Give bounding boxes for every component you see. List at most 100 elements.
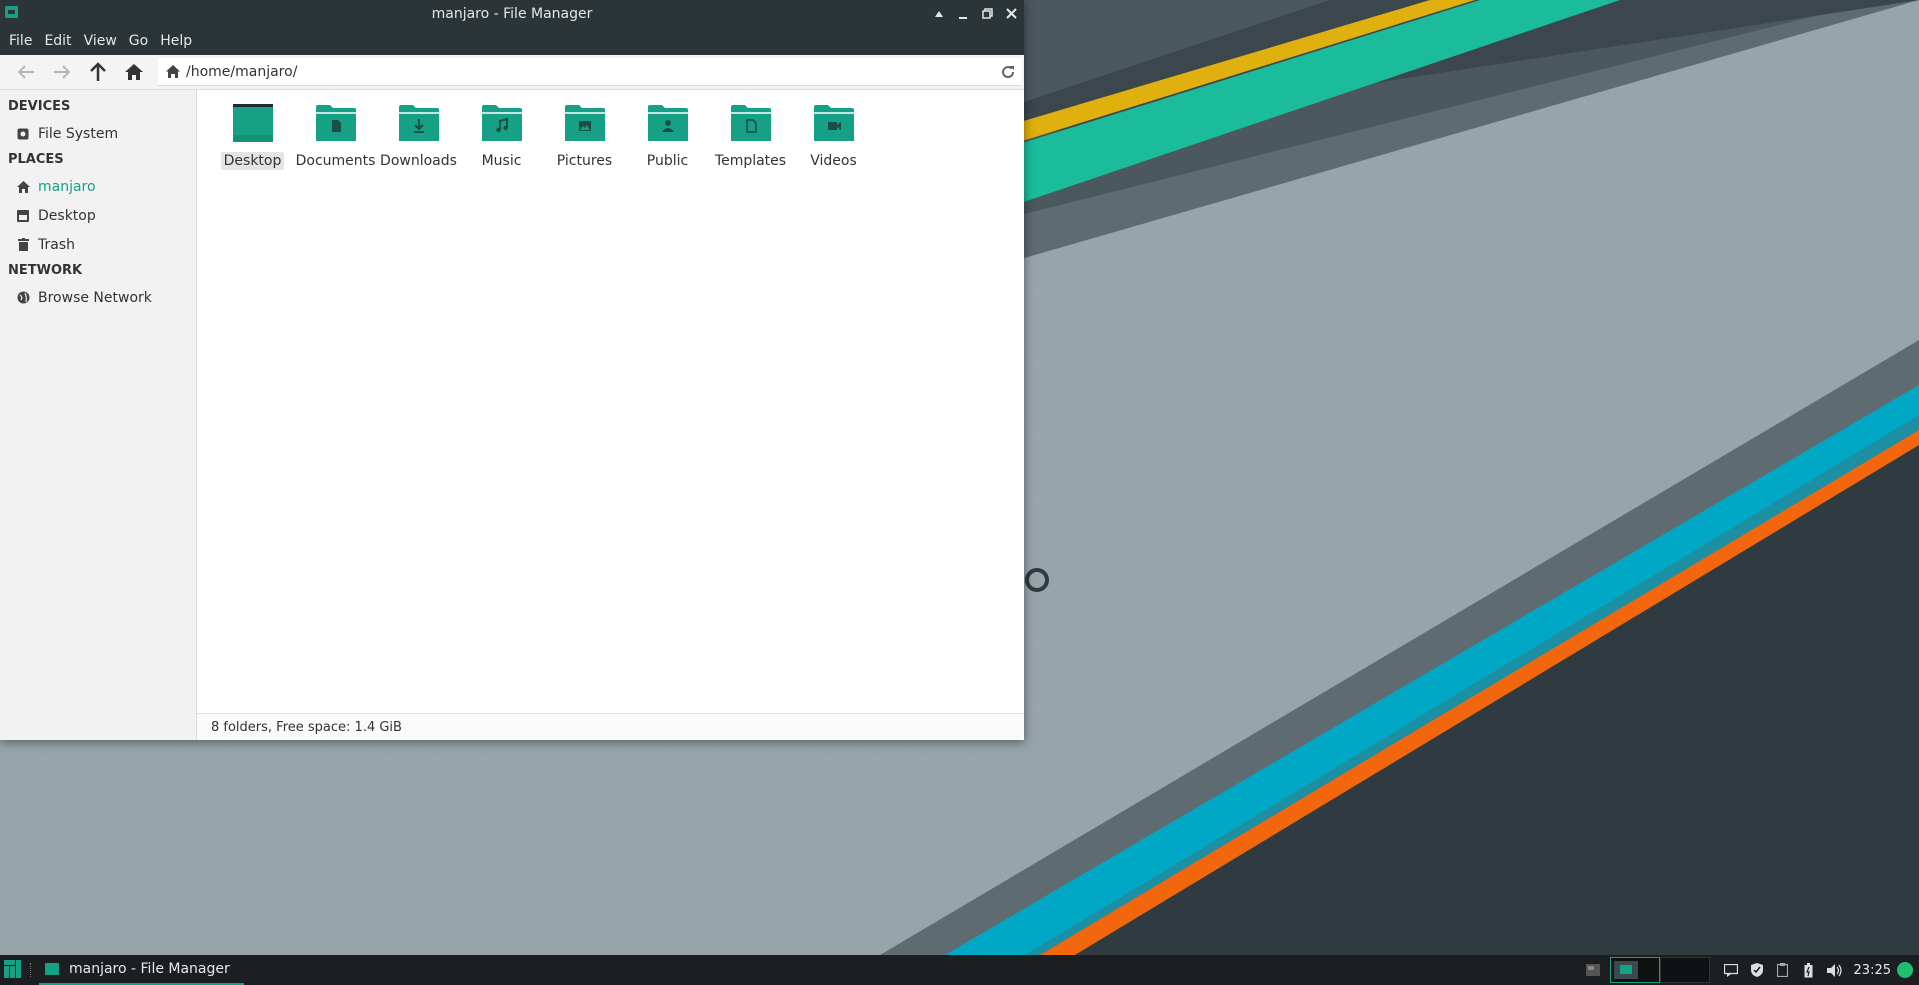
status-text: 8 folders, Free space: 1.4 GiB (211, 719, 402, 735)
system-tray: 23:25 (1578, 955, 1919, 985)
folder-label: Documents (295, 153, 376, 169)
devices-heading: DEVICES (8, 99, 71, 114)
back-button[interactable] (8, 57, 44, 87)
shade-button[interactable] (930, 5, 948, 23)
folder-item[interactable]: Documents (294, 104, 377, 170)
places-heading: PLACES (8, 152, 64, 167)
manjaro-logo-icon (4, 960, 21, 978)
taskbar: manjaro - File Manager 23:25 (0, 955, 1919, 985)
folder-label: Pictures (556, 153, 613, 169)
picture-folder-icon (564, 105, 605, 141)
close-icon (1005, 8, 1017, 19)
sidebar-item-manjaro[interactable]: manjaro (0, 172, 196, 201)
icon-grid: Desktop Documents Downloads Music Pictures Pu… (197, 90, 1024, 170)
folder-view[interactable]: Desktop Documents Downloads Music Pictures Pu… (197, 90, 1024, 740)
folder-label: Videos (810, 153, 857, 169)
minimize-icon (959, 16, 967, 19)
folder-label: Music (481, 153, 522, 169)
menu-help[interactable]: Help (154, 33, 198, 49)
drive-icon (16, 127, 30, 141)
menu-go[interactable]: Go (123, 33, 154, 49)
clipboard-icon[interactable] (1772, 959, 1794, 981)
forward-button[interactable] (44, 57, 80, 87)
sidebar-item-trash[interactable]: Trash (0, 230, 196, 259)
network-heading: NETWORK (8, 263, 83, 278)
minimize-button[interactable] (954, 5, 972, 23)
folder-label: Templates (714, 153, 787, 169)
sidebar-item-label: Browse Network (38, 289, 152, 306)
home-icon (125, 64, 143, 80)
desktop-folder-icon (232, 104, 273, 142)
refresh-icon (1002, 66, 1014, 78)
show-desktop-icon[interactable] (1582, 959, 1604, 981)
taskbar-separator (30, 963, 33, 977)
location-path: /home/manjaro/ (186, 63, 298, 80)
sidebar-item-desktop[interactable]: Desktop (0, 201, 196, 230)
status-bar: 8 folders, Free space: 1.4 GiB (197, 713, 1024, 740)
power-icon[interactable] (1897, 962, 1913, 978)
file-manager-window: manjaro - File Manager File Edit View Go… (0, 0, 1024, 740)
sidebar-item-file-system[interactable]: File System (0, 119, 196, 148)
window-titlebar[interactable]: manjaro - File Manager (0, 0, 1024, 27)
window-title: manjaro - File Manager (431, 5, 593, 22)
toolbar: /home/manjaro/ (0, 55, 1024, 90)
taskbar-window-label: manjaro - File Manager (69, 961, 230, 977)
menu-edit[interactable]: Edit (38, 33, 77, 49)
folder-label: Desktop (220, 152, 285, 170)
maximize-icon (981, 8, 993, 19)
workspace-2[interactable] (1659, 957, 1710, 983)
manjaro-menu-button[interactable] (4, 960, 24, 980)
folder-label: Downloads (380, 153, 457, 169)
workspace-pager (1609, 957, 1710, 983)
maximize-button[interactable] (978, 5, 996, 23)
taskbar-window-button[interactable]: manjaro - File Manager (39, 955, 244, 985)
video-folder-icon (813, 105, 854, 141)
reload-button[interactable] (998, 62, 1018, 82)
folder-item[interactable]: Public (626, 104, 709, 170)
workspace-1[interactable] (1609, 957, 1660, 983)
window-controls (930, 0, 1020, 27)
menu-view[interactable]: View (78, 33, 123, 49)
clock[interactable]: 23:25 (1854, 963, 1891, 978)
window-thumbnail-icon (1613, 961, 1638, 979)
menu-file[interactable]: File (3, 33, 38, 49)
sidebar-item-label: manjaro (38, 178, 96, 195)
folder-item[interactable]: Templates (709, 104, 792, 170)
file-manager-app-icon[interactable] (5, 6, 18, 18)
folder-item[interactable]: Downloads (377, 104, 460, 170)
folder-item[interactable]: Pictures (543, 104, 626, 170)
desktop-icon (16, 209, 30, 223)
document-folder-icon (315, 105, 356, 141)
arrow-left-icon (17, 65, 34, 79)
volume-icon[interactable] (1824, 959, 1846, 981)
menubar: File Edit View Go Help (0, 27, 1024, 55)
close-button[interactable] (1002, 5, 1020, 23)
sidebar-item-browse-network[interactable]: Browse Network (0, 283, 196, 312)
trash-icon (16, 238, 30, 252)
home-icon (166, 65, 180, 78)
folder-item[interactable]: Music (460, 104, 543, 170)
sidebar-item-label: File System (38, 125, 119, 142)
home-icon (16, 180, 30, 194)
parent-folder-button[interactable] (80, 57, 116, 87)
side-pane: DEVICES File System PLACES manjaro Deskt… (0, 90, 197, 740)
person-folder-icon (647, 105, 688, 141)
folder-item[interactable]: Videos (792, 104, 875, 170)
home-button[interactable] (116, 57, 152, 87)
sidebar-item-label: Desktop (38, 207, 96, 224)
security-shield-icon[interactable] (1746, 959, 1768, 981)
notifications-icon[interactable] (1720, 959, 1742, 981)
arrow-up-icon (90, 62, 106, 81)
location-bar[interactable]: /home/manjaro/ (158, 58, 1022, 86)
template-folder-icon (730, 105, 771, 141)
folder-item[interactable]: Desktop (211, 104, 294, 170)
globe-icon (16, 291, 30, 305)
shade-icon (935, 10, 943, 17)
download-folder-icon (398, 105, 439, 141)
battery-icon[interactable] (1798, 959, 1820, 981)
arrow-right-icon (54, 65, 71, 79)
window-body: DEVICES File System PLACES manjaro Deskt… (0, 90, 1024, 740)
music-folder-icon (481, 105, 522, 141)
sidebar-item-label: Trash (38, 236, 75, 253)
file-manager-task-icon (45, 963, 59, 975)
